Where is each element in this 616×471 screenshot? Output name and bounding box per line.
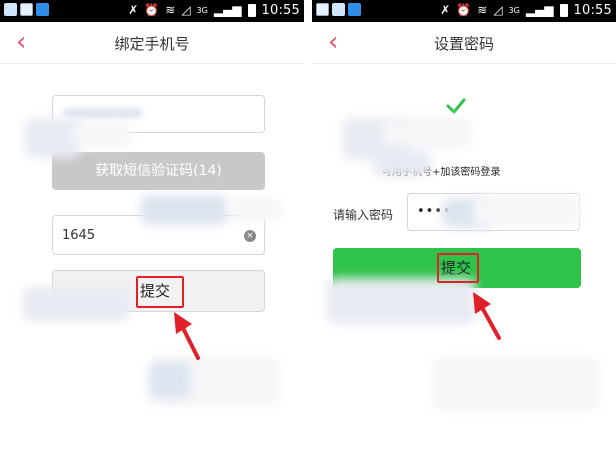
- bind-phone-screen: ✗ ⏰ ≋ ◿ 3G ▂▄▆ 10:55 ‹ 绑定手机号 获取短信验证码(14)…: [0, 0, 304, 471]
- mute-icon: ✗: [440, 3, 451, 17]
- app-icon: [36, 3, 49, 16]
- masked-phone-number: [63, 108, 143, 118]
- blurred-region: [230, 198, 282, 222]
- wifi-icon: ≋: [165, 3, 176, 17]
- get-sms-code-label: 获取短信验证码(14): [95, 163, 222, 179]
- set-password-screen: ✗ ⏰ ≋ ◿ 3G ▂▄▆ 10:55 ‹ 设置密码 可用手机号+加该密码登录…: [312, 0, 616, 471]
- check-icon: [446, 98, 466, 114]
- status-bar: ✗ ⏰ ≋ ◿ 3G ▂▄▆ 10:55: [0, 0, 304, 22]
- alarm-icon: ⏰: [456, 3, 472, 17]
- header: ‹ 设置密码: [312, 22, 616, 64]
- message-icon: [4, 3, 17, 16]
- signal-icon: ◿: [181, 3, 191, 17]
- verification-code-value: 1645: [62, 228, 96, 243]
- alarm-icon: ⏰: [144, 3, 160, 17]
- network-type: 3G: [508, 5, 520, 15]
- notification-icons: [4, 3, 49, 16]
- clear-icon[interactable]: ×: [244, 230, 256, 242]
- mute-icon: ✗: [128, 3, 139, 17]
- image-icon: [20, 3, 33, 16]
- submit-highlight-box: [136, 276, 184, 308]
- message-icon: [332, 3, 345, 16]
- notification-icons: [316, 3, 361, 16]
- wifi-icon: ≋: [477, 3, 488, 17]
- network-type: 3G: [196, 5, 208, 15]
- blurred-region: [382, 118, 472, 148]
- pointer-arrow-icon: [473, 292, 501, 340]
- clock: 10:55: [573, 2, 612, 18]
- pointer-arrow-icon: [174, 312, 200, 360]
- header: ‹ 绑定手机号: [0, 22, 304, 64]
- page-title: 绑定手机号: [114, 35, 190, 53]
- page-title: 设置密码: [433, 35, 494, 53]
- signal-bars-icon: ▂▄▆: [525, 3, 554, 17]
- submit-highlight-box: [437, 253, 479, 283]
- signal-bars-icon: ▂▄▆: [213, 3, 242, 17]
- blurred-region: [150, 362, 190, 398]
- battery-icon: [559, 3, 568, 17]
- get-sms-code-button[interactable]: 获取短信验证码(14): [52, 152, 265, 190]
- status-bar: ✗ ⏰ ≋ ◿ 3G ▂▄▆ 10:55: [312, 0, 616, 22]
- blurred-region: [72, 124, 132, 146]
- screen-divider: [304, 0, 312, 471]
- system-indicators: ✗ ⏰ ≋ ◿ 3G ▂▄▆ 10:55: [440, 2, 612, 18]
- blurred-region: [372, 150, 432, 176]
- signal-icon: ◿: [493, 3, 503, 17]
- blurred-region: [140, 195, 228, 225]
- app-icon: [348, 3, 361, 16]
- password-label: 请输入密码: [333, 208, 394, 222]
- image-icon: [316, 3, 329, 16]
- battery-icon: [247, 3, 256, 17]
- blurred-region: [22, 287, 130, 321]
- blurred-region: [472, 196, 582, 226]
- blurred-region: [432, 358, 600, 410]
- blurred-region: [326, 278, 476, 324]
- clock: 10:55: [261, 2, 300, 18]
- system-indicators: ✗ ⏰ ≋ ◿ 3G ▂▄▆ 10:55: [128, 2, 300, 18]
